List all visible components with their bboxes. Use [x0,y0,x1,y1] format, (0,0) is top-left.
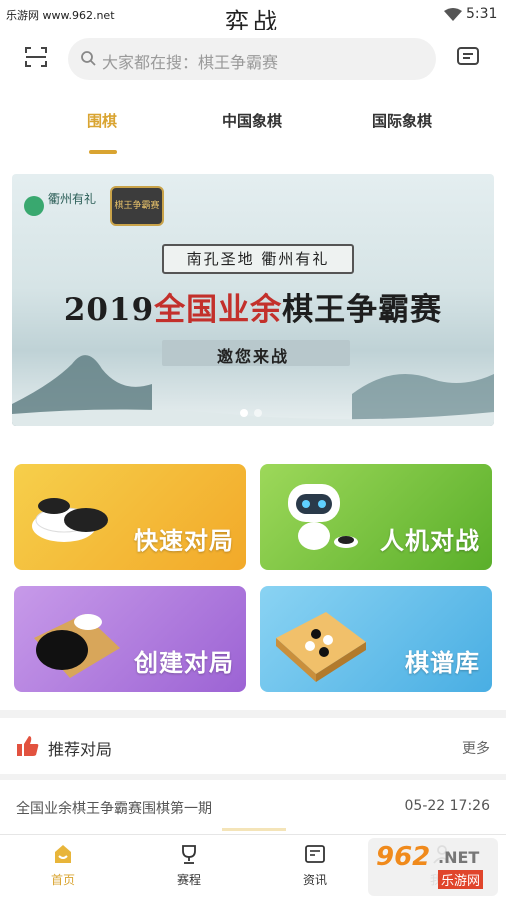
site-watermark: 962 .NET 乐游网 [368,838,498,896]
status-time: 5:31 [466,6,498,22]
match-list-item[interactable]: 全国业余棋王争霸赛围棋第一期 05-22 17:26 [0,780,506,834]
brand-logo-icon [24,196,44,216]
banner-badge: 棋王争霸赛 [110,186,164,226]
tab-chess[interactable]: 国际象棋 [372,110,432,131]
search-icon [81,51,96,66]
search-placeholder: 大家都在搜：棋王争霸赛 [102,53,279,72]
banner-section: 衢州有礼 棋王争霸赛 南孔圣地 衢州有礼 2019全国业余棋王争霸赛 邀您来战 [0,154,506,444]
ai-match-label: 人机对战 [380,527,480,555]
tab-weiqi[interactable]: 围棋 [87,110,117,131]
message-icon[interactable] [456,46,480,68]
nav-news-label: 资讯 [302,873,327,887]
match-divider [222,828,286,831]
quick-match-card[interactable]: 快速对局 [14,464,246,570]
watermark-net: .NET [438,848,480,867]
nav-schedule[interactable]: 赛程 [159,843,219,888]
wifi-icon [444,8,462,21]
carousel-dot[interactable] [254,409,262,417]
records-card[interactable]: 棋谱库 [260,586,492,692]
create-match-label: 创建对局 [134,649,234,677]
go-board-icon [276,612,366,682]
go-bowl-icon [34,614,120,678]
scan-icon[interactable] [24,45,48,69]
quick-match-label: 快速对局 [134,527,234,555]
thumbs-up-icon [17,736,39,756]
headline-rest: 棋王争霸赛 [282,292,443,328]
search-input[interactable]: 大家都在搜：棋王争霸赛 [68,38,436,80]
carousel-dots [240,402,268,421]
game-tabs: 围棋 中国象棋 国际象棋 [0,90,506,154]
recommend-header: 推荐对局 更多 [0,718,506,774]
feature-cards: 快速对局 人机对战 创建对局 棋谱库 [0,444,506,710]
banner-brand: 衢州有礼 [48,192,97,206]
headline-year: 2019 [63,292,155,328]
match-title: 全国业余棋王争霸赛围棋第一期 [16,801,212,817]
status-bar: 乐游网 www.962.net 弈战 5:31 [0,0,506,36]
create-match-card[interactable]: 创建对局 [14,586,246,692]
nav-news[interactable]: 资讯 [285,843,345,888]
headline-red: 全国业余 [154,292,283,328]
watermark-sub: 乐游网 [438,870,484,889]
promo-banner[interactable]: 衢州有礼 棋王争霸赛 南孔圣地 衢州有礼 2019全国业余棋王争霸赛 邀您来战 [12,174,494,426]
news-icon [305,845,325,863]
go-stones-icon [32,498,108,542]
nav-home[interactable]: 首页 [33,843,93,888]
home-icon [55,845,71,863]
banner-headline: 2019全国业余棋王争霸赛 [12,284,494,329]
recommend-title: 推荐对局 [48,740,113,759]
carousel-dot[interactable] [240,409,248,417]
trophy-icon [182,845,196,864]
header: 大家都在搜：棋王争霸赛 [0,30,506,90]
tab-xiangqi[interactable]: 中国象棋 [222,110,282,131]
nav-home-label: 首页 [50,873,75,887]
ai-match-card[interactable]: 人机对战 [260,464,492,570]
more-link[interactable]: 更多 [462,738,490,758]
watermark-number: 962 [376,842,431,872]
robot-icon [288,484,358,550]
records-label: 棋谱库 [405,649,480,677]
banner-plaque: 南孔圣地 衢州有礼 [162,244,354,274]
nav-schedule-label: 赛程 [176,873,201,887]
match-time: 05-22 17:26 [404,798,490,814]
